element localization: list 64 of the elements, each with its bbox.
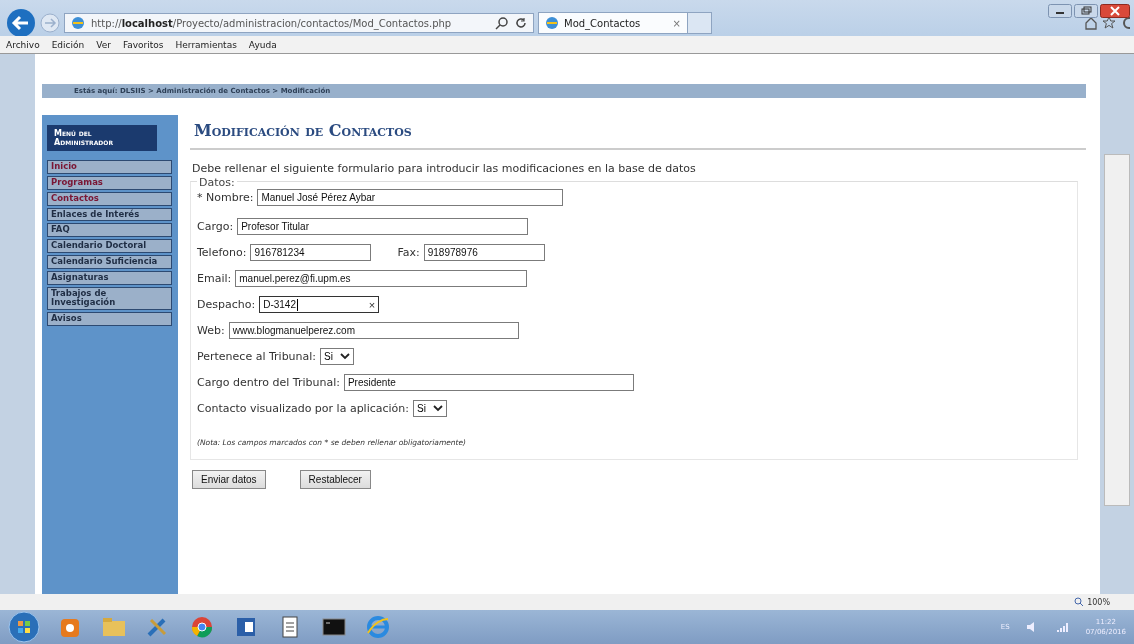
select-dropdown[interactable]: Si: [320, 348, 354, 365]
field-label: Web:: [197, 324, 225, 337]
field-label: Telefono:: [197, 246, 247, 259]
input-field[interactable]: 916781234: [250, 244, 372, 261]
refresh-icon[interactable]: [515, 17, 527, 29]
browser-tab[interactable]: Mod_Contactos ×: [538, 12, 688, 34]
input-field[interactable]: 918978976: [423, 244, 545, 261]
page-title: Modificación de Contactos: [190, 115, 1086, 150]
menu-item[interactable]: Favoritos: [122, 39, 164, 50]
field-label: Email:: [197, 272, 232, 285]
menu-item[interactable]: Ver: [96, 39, 111, 50]
sidebar-link[interactable]: FAQ: [47, 223, 172, 238]
home-icon[interactable]: [1084, 16, 1098, 30]
back-icon[interactable]: [6, 8, 36, 38]
menu-item[interactable]: Archivo: [6, 39, 40, 50]
field-label: Cargo dentro del Tribunal:: [197, 376, 340, 389]
zoom-level[interactable]: 100%: [1087, 597, 1110, 607]
input-field[interactable]: Manuel José Pérez Aybar: [257, 189, 564, 206]
chevron-down-icon: [432, 405, 443, 412]
menu-item[interactable]: Edición: [51, 39, 85, 50]
sidebar-link[interactable]: Contactos: [47, 191, 172, 206]
sidebar-link[interactable]: Programas: [47, 176, 172, 190]
restore-icon[interactable]: [1074, 4, 1098, 18]
field-label: Contacto visualizado por la aplicación:: [197, 402, 410, 415]
field-label: Cargo:: [197, 220, 234, 233]
close-icon[interactable]: [1100, 4, 1130, 18]
select-dropdown[interactable]: Si: [413, 400, 447, 417]
input-field[interactable]: Presidente: [343, 374, 634, 391]
sidebar-link[interactable]: Inicio: [47, 160, 172, 175]
input-field[interactable]: www.blogmanuelperez.com: [228, 322, 519, 339]
sidebar-link[interactable]: Enlaces de Interés: [47, 207, 172, 222]
input-field[interactable]: Profesor Titular: [237, 218, 529, 235]
field-label: * Nombre:: [197, 191, 254, 204]
sidebar-title: Menú del Administrador: [47, 125, 157, 152]
page-icon: [545, 16, 559, 30]
input-field[interactable]: D-3142 ×: [259, 296, 380, 313]
field-label: Despacho:: [197, 298, 256, 311]
field-label: Fax:: [397, 246, 420, 259]
menu-item[interactable]: Ayuda: [248, 39, 277, 50]
tab-title: Mod_Contactos: [564, 17, 642, 29]
intro-text: Debe rellenar el siguiente formulario para introducir las modificaciones en la base de datos: [191, 162, 697, 175]
address-bar[interactable]: http://localhost/Proyecto/administracion/contactos/Mod_Contactos.php: [64, 13, 534, 33]
sidebar-link[interactable]: Trabajos de Investigación: [47, 286, 172, 311]
form-button[interactable]: Restablecer: [299, 470, 371, 489]
menu-item[interactable]: Herramientas: [175, 39, 237, 50]
url-text: http://localhost/Proyecto/administracion/contactos/Mod_Contactos.php: [91, 17, 453, 29]
fieldset-legend: Datos:: [197, 176, 237, 189]
search-icon[interactable]: [495, 16, 509, 30]
scrollbar[interactable]: [1100, 54, 1134, 594]
zoom-icon: [1074, 597, 1085, 607]
sidebar-link[interactable]: Calendario Doctoral: [47, 239, 172, 253]
start-icon[interactable]: [8, 611, 40, 643]
form-button[interactable]: Enviar datos: [192, 470, 266, 489]
tab-close-button[interactable]: ×: [672, 17, 681, 29]
minimize-icon[interactable]: [1048, 4, 1072, 18]
input-field[interactable]: manuel.perez@fi.upm.es: [235, 270, 528, 287]
sidebar-link[interactable]: Avisos: [47, 312, 172, 326]
clear-button[interactable]: ×: [368, 298, 376, 311]
chevron-down-icon: [340, 353, 350, 360]
sidebar-link[interactable]: Asignaturas: [47, 270, 172, 285]
star-icon[interactable]: [1102, 16, 1116, 30]
page-icon: [71, 16, 85, 30]
sidebar-link[interactable]: Calendario Suficiencia: [47, 254, 172, 269]
field-label: Pertenece al Tribunal:: [197, 350, 317, 363]
